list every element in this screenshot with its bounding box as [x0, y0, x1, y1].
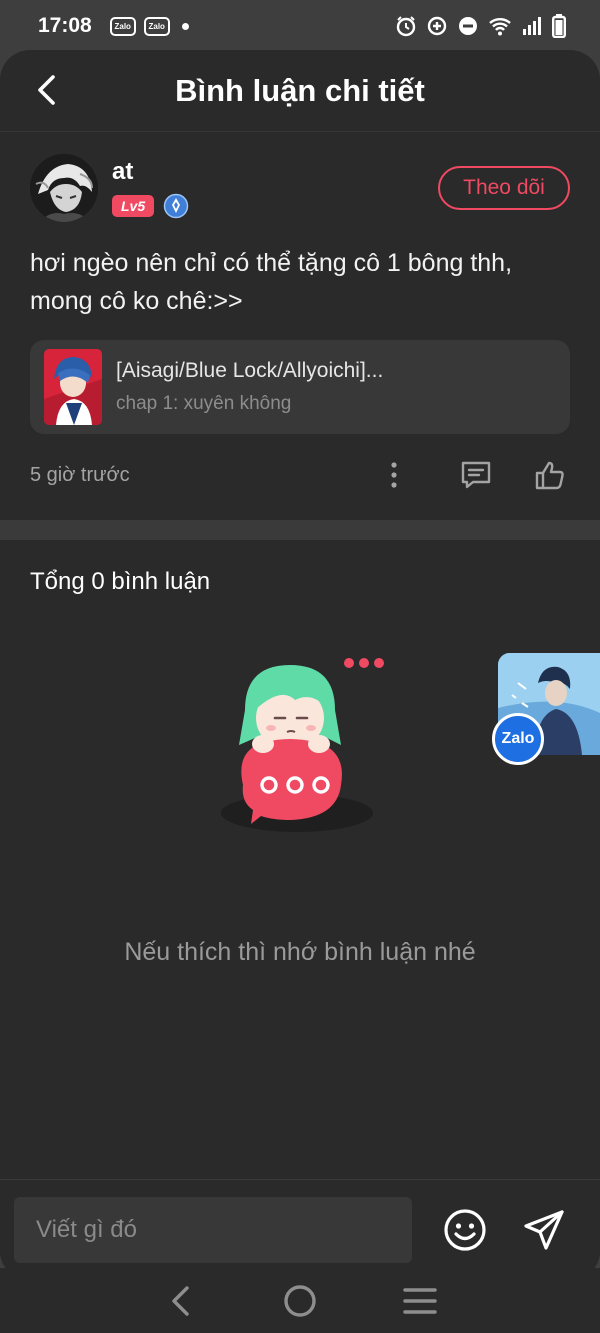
page-title: Bình luận chi tiết — [175, 72, 425, 108]
back-button[interactable] — [28, 72, 64, 108]
story-card[interactable]: [Aisagi/Blue Lock/Allyoichi]... chap 1: … — [30, 340, 570, 434]
wifi-icon — [489, 18, 511, 36]
system-navigation-bar — [0, 1268, 600, 1333]
nav-menu-icon — [403, 1287, 437, 1314]
nav-recents-button[interactable] — [395, 1276, 445, 1326]
comment-detail-sheet: Bình luận chi tiết at Lv5 Theo dõi hơi n… — [0, 50, 600, 1279]
comment-text: hơi ngèo nên chỉ có thể tặng cô 1 bông t… — [30, 249, 513, 315]
empty-message: Nếu thích thì nhớ bình luận nhé — [124, 938, 476, 966]
signal-icon — [523, 17, 541, 35]
zalo-logo-icon: Zalo — [492, 713, 544, 765]
follow-button[interactable]: Theo dõi — [438, 166, 570, 210]
story-cover-image — [44, 349, 102, 425]
nav-back-icon — [172, 1285, 189, 1316]
alarm-icon — [396, 16, 416, 37]
story-chapter: chap 1: xuyên không — [116, 393, 292, 414]
thumbs-up-icon — [535, 461, 564, 490]
emoji-button[interactable] — [442, 1207, 488, 1253]
comment-input[interactable] — [14, 1196, 412, 1263]
comment-post: at Lv5 Theo dõi hơi ngèo nên chỉ có thể … — [0, 132, 600, 520]
send-icon — [524, 1209, 564, 1250]
send-button[interactable] — [520, 1206, 568, 1254]
rank-medal-icon — [163, 193, 189, 219]
like-button[interactable] — [530, 455, 570, 495]
story-title: [Aisagi/Blue Lock/Allyoichi]... — [116, 359, 384, 382]
nav-back-button[interactable] — [155, 1276, 205, 1326]
comment-meta-row: 5 giờ trước — [30, 458, 570, 492]
zalo-notification-icon: Zalo — [109, 16, 136, 36]
total-comments: Tổng 0 bình luận — [30, 568, 211, 595]
avatar[interactable] — [30, 154, 98, 222]
reply-button[interactable] — [456, 455, 496, 495]
story-info: [Aisagi/Blue Lock/Allyoichi]... chap 1: … — [116, 359, 383, 415]
author-badges: Lv5 — [112, 193, 189, 219]
empty-mascot-icon — [221, 658, 384, 832]
data-saver-icon — [427, 16, 447, 36]
more-vertical-icon — [391, 462, 397, 488]
nav-home-button[interactable] — [275, 1276, 325, 1326]
status-bar: 17:08 Zalo Zalo — [0, 0, 600, 52]
battery-icon — [552, 14, 566, 38]
header: Bình luận chi tiết — [0, 50, 600, 132]
comment-actions — [374, 455, 570, 495]
more-options-button[interactable] — [374, 455, 414, 495]
emoji-icon — [444, 1208, 486, 1251]
comment-input-bar — [0, 1179, 600, 1279]
dnd-icon — [459, 17, 477, 35]
comment-timestamp: 5 giờ trước — [30, 463, 130, 486]
zalo-floating-bubble[interactable]: Zalo — [492, 653, 600, 765]
author-row: at Lv5 Theo dõi — [30, 154, 570, 222]
status-time: 17:08 — [38, 14, 92, 37]
level-badge: Lv5 — [112, 195, 155, 217]
chevron-left-icon — [38, 75, 55, 105]
nav-home-icon — [284, 1284, 316, 1317]
zalo-notification-icon: Zalo — [143, 16, 170, 36]
more-notifications-dot-icon — [181, 22, 189, 30]
author-info: at Lv5 — [112, 154, 189, 219]
comment-icon — [461, 461, 491, 489]
section-divider — [0, 520, 600, 540]
author-name[interactable]: at — [112, 158, 189, 188]
